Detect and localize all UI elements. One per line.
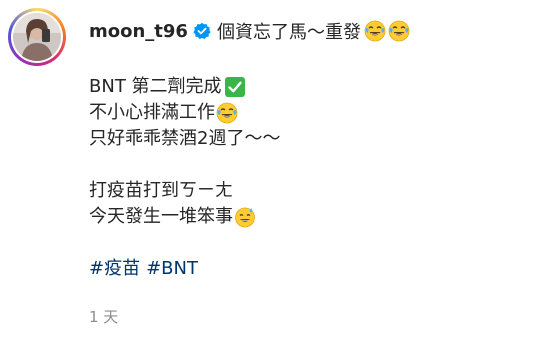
avatar[interactable] [8,8,66,66]
verified-badge-icon [193,22,211,40]
hashtag-list: #疫苗 #BNT [89,256,549,282]
caption-line: 不小心排滿工作 [89,100,549,126]
caption-body: moon_t96 個資忘了馬～重發 BNT 第二劑完成 不小心排滿工作 只好乖乖… [89,14,549,282]
check-mark-button-emoji [224,76,246,98]
caption-header-text: 個資忘了馬～重發 [216,22,361,43]
caption-line: 打疫苗打到ㄎㄧㄤ [89,180,233,201]
hashtag-link[interactable]: #BNT [146,258,198,279]
avatar-photo [13,13,61,61]
caption-header: moon_t96 個資忘了馬～重發 [89,14,549,48]
caption-line: 只好乖乖禁酒2週了～～ [89,128,281,149]
caption-line: 今天發生一堆笨事 [89,204,549,230]
instagram-caption: moon_t96 個資忘了馬～重發 BNT 第二劑完成 不小心排滿工作 只好乖乖… [0,0,559,344]
face-with-tears-of-joy-emoji [364,20,386,42]
hashtag-link[interactable]: #疫苗 [89,258,140,279]
caption-line: BNT 第二劑完成 [89,74,549,100]
grinning-face-with-sweat-emoji [234,206,256,228]
username-link[interactable]: moon_t96 [89,21,188,42]
face-with-tears-of-joy-emoji [216,102,238,124]
face-with-tears-of-joy-emoji [388,20,410,42]
post-timestamp[interactable]: 1 天 [89,306,118,327]
